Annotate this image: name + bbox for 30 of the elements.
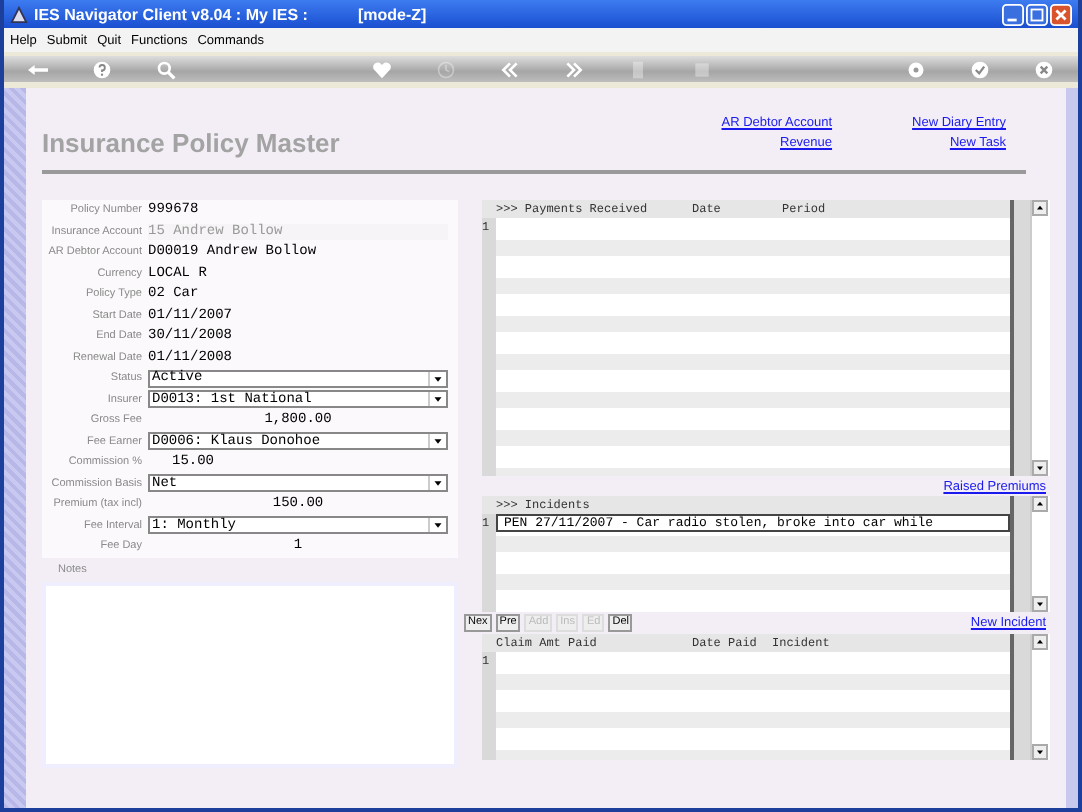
app-icon	[10, 5, 28, 23]
caret-icon	[428, 434, 446, 449]
caret-icon	[428, 371, 446, 386]
scroll-down-icon[interactable]	[1032, 460, 1048, 476]
scrollbar[interactable]	[1030, 634, 1050, 760]
caret-icon	[428, 476, 446, 491]
heart-icon[interactable]	[371, 59, 391, 79]
gear-icon[interactable]	[906, 59, 926, 79]
scrollbar[interactable]	[1030, 496, 1050, 612]
forward-icon[interactable]	[563, 59, 583, 79]
scroll-up-icon[interactable]	[1032, 200, 1048, 216]
caret-icon	[428, 392, 446, 407]
search-icon[interactable]	[156, 59, 176, 79]
scroll-down-icon[interactable]	[1032, 596, 1048, 612]
check-icon[interactable]	[970, 59, 990, 79]
scroll-down-icon[interactable]	[1032, 744, 1048, 760]
back-arrow-icon[interactable]	[28, 59, 48, 79]
window-mode: [mode-Z]	[357, 5, 427, 23]
minimize-icon[interactable]	[1002, 3, 1024, 25]
rewind-icon[interactable]	[499, 59, 519, 79]
maximize-icon[interactable]	[1026, 3, 1048, 25]
window-title: IES Navigator Client v8.04 : My IES :	[34, 5, 308, 23]
help-icon[interactable]	[92, 59, 112, 79]
scrollbar[interactable]	[1030, 200, 1050, 476]
page-title: Insurance Policy Master	[42, 126, 342, 158]
scroll-up-icon[interactable]	[1032, 496, 1048, 512]
close-icon[interactable]	[1050, 3, 1072, 25]
scroll-up-icon[interactable]	[1032, 634, 1048, 650]
close-icon[interactable]	[1034, 59, 1054, 79]
caret-icon	[428, 518, 446, 533]
